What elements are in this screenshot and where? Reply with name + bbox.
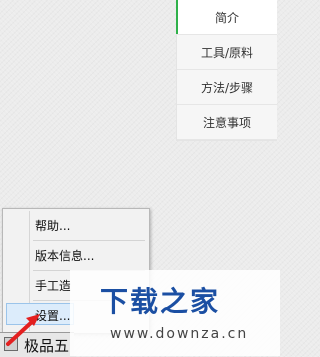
menu-item-help[interactable]: 帮助... bbox=[35, 217, 70, 234]
pointer-arrow-icon bbox=[6, 314, 40, 346]
nav-item-intro[interactable]: 简介 bbox=[176, 0, 277, 35]
nav-item-label: 工具/原料 bbox=[200, 45, 254, 60]
article-side-nav: 简介 工具/原料 方法/步骤 注意事项 bbox=[176, 0, 277, 141]
nav-item-tools[interactable]: 工具/原料 bbox=[177, 35, 277, 70]
watermark-logo: 下载之家 bbox=[100, 285, 221, 318]
nav-item-label: 注意事项 bbox=[202, 115, 251, 130]
watermark: 下载之家 www.downza.cn bbox=[70, 270, 280, 356]
nav-item-steps[interactable]: 方法/步骤 bbox=[177, 70, 277, 105]
nav-item-label: 方法/步骤 bbox=[200, 80, 254, 95]
menu-separator bbox=[33, 240, 145, 241]
watermark-url: www.downza.cn bbox=[110, 326, 249, 342]
nav-item-label: 简介 bbox=[214, 10, 239, 25]
nav-item-notes[interactable]: 注意事项 bbox=[177, 105, 277, 140]
menu-item-version[interactable]: 版本信息... bbox=[35, 247, 94, 264]
